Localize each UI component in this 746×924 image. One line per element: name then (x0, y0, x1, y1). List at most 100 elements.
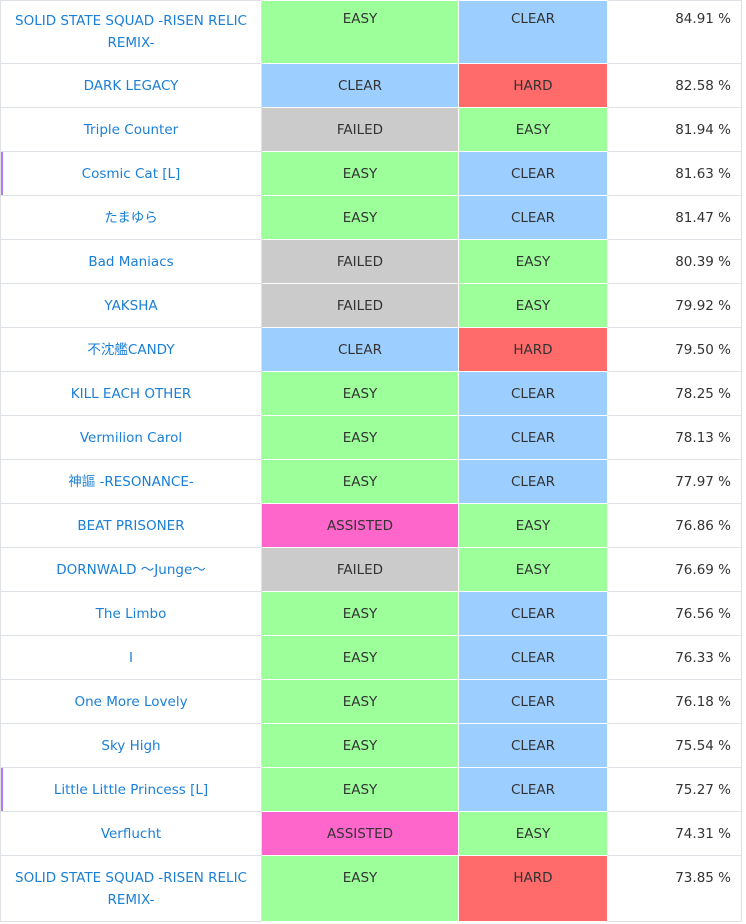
score-table: SOLID STATE SQUAD -RISEN RELIC REMIX- EAS… (0, 0, 742, 922)
score-percent: 78.25 % (607, 371, 742, 416)
lamp-cell-1: EASY (261, 855, 459, 922)
lamp-cell-2: EASY (458, 107, 608, 152)
lamp-cell-2: CLEAR (458, 195, 608, 240)
table-row: BEAT PRISONER ASSISTED EASY 76.86 % (0, 503, 742, 548)
lamp-cell-1: EASY (261, 591, 459, 636)
lamp-cell-1: FAILED (261, 239, 459, 284)
score-percent: 81.94 % (607, 107, 742, 152)
table-row: たまゆら EASY CLEAR 81.47 % (0, 195, 742, 240)
score-percent: 76.56 % (607, 591, 742, 636)
lamp-cell-2: EASY (458, 283, 608, 328)
song-title-link[interactable]: DARK LEGACY (0, 63, 262, 108)
lamp-cell-2: CLEAR (458, 371, 608, 416)
score-percent: 81.47 % (607, 195, 742, 240)
song-title-link[interactable]: Verflucht (0, 811, 262, 856)
table-row: DORNWALD 〜Junge〜 FAILED EASY 76.69 % (0, 547, 742, 592)
lamp-cell-2: CLEAR (458, 591, 608, 636)
lamp-cell-1: EASY (261, 415, 459, 460)
song-title-link[interactable]: Sky High (0, 723, 262, 768)
song-title-link[interactable]: The Limbo (0, 591, 262, 636)
lamp-cell-2: CLEAR (458, 151, 608, 196)
table-row: Cosmic Cat [L] EASY CLEAR 81.63 % (0, 151, 742, 196)
song-title-link[interactable]: I (0, 635, 262, 680)
lamp-cell-2: CLEAR (458, 635, 608, 680)
table-row: One More Lovely EASY CLEAR 76.18 % (0, 679, 742, 724)
table-row: DARK LEGACY CLEAR HARD 82.58 % (0, 63, 742, 108)
lamp-cell-2: EASY (458, 811, 608, 856)
lamp-cell-1: ASSISTED (261, 503, 459, 548)
score-percent: 75.54 % (607, 723, 742, 768)
song-title-link[interactable]: 神謳 -RESONANCE- (0, 459, 262, 504)
lamp-cell-1: EASY (261, 371, 459, 416)
table-row: 不沈艦CANDY CLEAR HARD 79.50 % (0, 327, 742, 372)
table-row: I EASY CLEAR 76.33 % (0, 635, 742, 680)
table-row: 神謳 -RESONANCE- EASY CLEAR 77.97 % (0, 459, 742, 504)
score-percent: 73.85 % (607, 855, 742, 922)
table-row: Little Little Princess [L] EASY CLEAR 75.27… (0, 767, 742, 812)
lamp-cell-1: FAILED (261, 547, 459, 592)
lamp-cell-2: EASY (458, 503, 608, 548)
lamp-cell-1: EASY (261, 635, 459, 680)
song-title-link[interactable]: KILL EACH OTHER (0, 371, 262, 416)
table-row: Vermilion Carol EASY CLEAR 78.13 % (0, 415, 742, 460)
song-title-link[interactable]: One More Lovely (0, 679, 262, 724)
lamp-cell-2: EASY (458, 239, 608, 284)
score-percent: 79.50 % (607, 327, 742, 372)
lamp-cell-1: EASY (261, 0, 459, 64)
score-percent: 76.33 % (607, 635, 742, 680)
lamp-cell-2: HARD (458, 855, 608, 922)
table-row: SOLID STATE SQUAD -RISEN RELIC REMIX- EAS… (0, 0, 742, 64)
table-row: YAKSHA FAILED EASY 79.92 % (0, 283, 742, 328)
score-percent: 80.39 % (607, 239, 742, 284)
lamp-cell-2: CLEAR (458, 723, 608, 768)
lamp-cell-1: EASY (261, 459, 459, 504)
score-percent: 81.63 % (607, 151, 742, 196)
song-title-link[interactable]: SOLID STATE SQUAD -RISEN RELIC REMIX- (0, 855, 262, 922)
lamp-cell-1: CLEAR (261, 327, 459, 372)
score-percent: 82.58 % (607, 63, 742, 108)
lamp-cell-2: CLEAR (458, 459, 608, 504)
song-title-link[interactable]: Little Little Princess [L] (0, 767, 262, 812)
song-title-link[interactable]: Vermilion Carol (0, 415, 262, 460)
score-percent: 76.86 % (607, 503, 742, 548)
score-percent: 78.13 % (607, 415, 742, 460)
lamp-cell-1: FAILED (261, 283, 459, 328)
song-title-link[interactable]: Triple Counter (0, 107, 262, 152)
score-percent: 74.31 % (607, 811, 742, 856)
lamp-cell-1: EASY (261, 195, 459, 240)
lamp-cell-2: EASY (458, 547, 608, 592)
song-title-link[interactable]: Bad Maniacs (0, 239, 262, 284)
score-percent: 76.69 % (607, 547, 742, 592)
table-row: Triple Counter FAILED EASY 81.94 % (0, 107, 742, 152)
score-percent: 76.18 % (607, 679, 742, 724)
song-title-link[interactable]: たまゆら (0, 195, 262, 240)
song-title-link[interactable]: Cosmic Cat [L] (0, 151, 262, 196)
lamp-cell-2: CLEAR (458, 415, 608, 460)
song-title-link[interactable]: BEAT PRISONER (0, 503, 262, 548)
lamp-cell-1: FAILED (261, 107, 459, 152)
table-row: Bad Maniacs FAILED EASY 80.39 % (0, 239, 742, 284)
score-percent: 77.97 % (607, 459, 742, 504)
lamp-cell-2: CLEAR (458, 767, 608, 812)
lamp-cell-2: CLEAR (458, 679, 608, 724)
song-title-link[interactable]: DORNWALD 〜Junge〜 (0, 547, 262, 592)
song-title-link[interactable]: YAKSHA (0, 283, 262, 328)
table-row: The Limbo EASY CLEAR 76.56 % (0, 591, 742, 636)
score-table-body: SOLID STATE SQUAD -RISEN RELIC REMIX- EAS… (0, 0, 742, 922)
lamp-cell-1: EASY (261, 679, 459, 724)
score-percent: 84.91 % (607, 0, 742, 64)
table-row: KILL EACH OTHER EASY CLEAR 78.25 % (0, 371, 742, 416)
table-row: Sky High EASY CLEAR 75.54 % (0, 723, 742, 768)
lamp-cell-2: CLEAR (458, 0, 608, 64)
lamp-cell-1: ASSISTED (261, 811, 459, 856)
lamp-cell-1: EASY (261, 723, 459, 768)
lamp-cell-1: CLEAR (261, 63, 459, 108)
score-percent: 75.27 % (607, 767, 742, 812)
lamp-cell-2: HARD (458, 63, 608, 108)
lamp-cell-2: HARD (458, 327, 608, 372)
lamp-cell-1: EASY (261, 767, 459, 812)
table-row: Verflucht ASSISTED EASY 74.31 % (0, 811, 742, 856)
song-title-link[interactable]: SOLID STATE SQUAD -RISEN RELIC REMIX- (0, 0, 262, 64)
song-title-link[interactable]: 不沈艦CANDY (0, 327, 262, 372)
score-percent: 79.92 % (607, 283, 742, 328)
